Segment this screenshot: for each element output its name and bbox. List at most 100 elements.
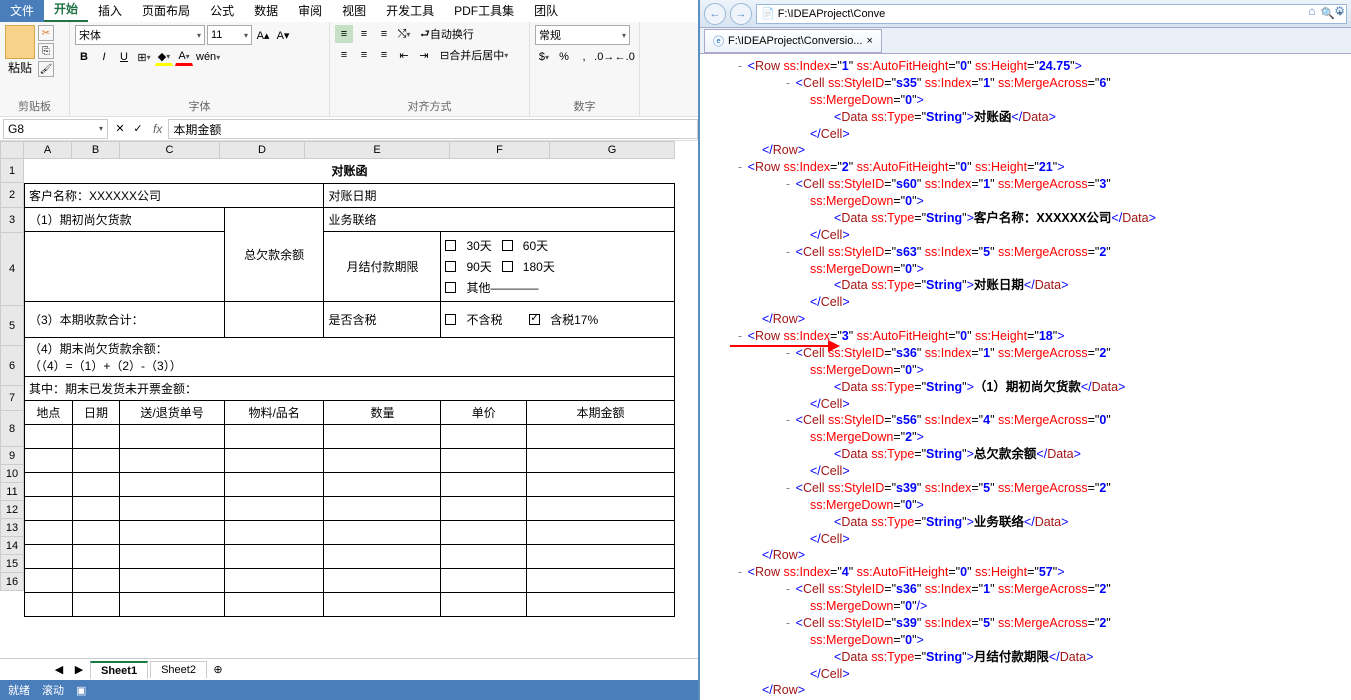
tax-options[interactable]: 不含税 含税17% xyxy=(441,301,675,337)
comma-icon[interactable]: , xyxy=(575,48,593,66)
r4-cell[interactable]: （4）期末尚欠货款余额：（（4）=（1）+（2）-（3）） xyxy=(25,337,675,376)
sheet-nav-next-icon[interactable]: ▶ xyxy=(70,661,88,679)
italic-button[interactable]: I xyxy=(95,48,113,66)
r5-cell[interactable]: 其中：期末已发货未开票金额： xyxy=(25,376,675,400)
hdr-price[interactable]: 单价 xyxy=(441,400,527,424)
underline-button[interactable]: U xyxy=(115,48,133,66)
pay-options[interactable]: 30天60天 90天180天 其他———— xyxy=(441,231,675,301)
hdr-item[interactable]: 物料/品名 xyxy=(224,400,324,424)
browser-tab[interactable]: ⓔ F:\IDEAProject\Conversio... × xyxy=(704,29,882,53)
biz-contact-cell[interactable]: 业务联络 xyxy=(324,207,675,231)
tab-dev[interactable]: 开发工具 xyxy=(376,0,444,22)
hdr-qty[interactable]: 数量 xyxy=(324,400,441,424)
tab-formula[interactable]: 公式 xyxy=(200,0,244,22)
dec-indent-icon[interactable]: ⇤ xyxy=(395,46,413,64)
sheet-nav-prev-icon[interactable]: ◀ xyxy=(50,661,68,679)
formula-input[interactable]: 本期金额 xyxy=(168,119,698,139)
decrease-font-icon[interactable]: A▾ xyxy=(274,26,292,44)
row-14[interactable]: 14 xyxy=(0,537,24,555)
sheet-tab-2[interactable]: Sheet2 xyxy=(150,661,207,678)
row-11[interactable]: 11 xyxy=(0,483,24,501)
col-F[interactable]: F xyxy=(450,141,550,159)
row-7[interactable]: 7 xyxy=(0,386,24,411)
tab-data[interactable]: 数据 xyxy=(244,0,288,22)
row-5[interactable]: 5 xyxy=(0,306,24,346)
r1-cell[interactable]: （1）期初尚欠货款 xyxy=(25,207,225,231)
row-6[interactable]: 6 xyxy=(0,346,24,386)
close-tab-icon[interactable]: × xyxy=(867,35,873,47)
row-15[interactable]: 15 xyxy=(0,555,24,573)
row-12[interactable]: 12 xyxy=(0,501,24,519)
col-D[interactable]: D xyxy=(220,141,305,159)
home-icon[interactable]: ⌂ xyxy=(1308,4,1315,18)
customer-cell[interactable]: 客户名称：XXXXXX公司 xyxy=(25,183,324,207)
tab-view[interactable]: 视图 xyxy=(332,0,376,22)
row-9[interactable]: 9 xyxy=(0,447,24,465)
sheet-tab-1[interactable]: Sheet1 xyxy=(90,661,148,679)
percent-icon[interactable]: % xyxy=(555,48,573,66)
name-box[interactable]: G8▾ xyxy=(3,119,108,139)
orientation-icon[interactable]: ⤭▾ xyxy=(395,25,413,43)
row-3[interactable]: 3 xyxy=(0,208,24,233)
blank-a4[interactable] xyxy=(25,231,225,301)
tab-pdf[interactable]: PDF工具集 xyxy=(444,0,524,22)
tax-label[interactable]: 是否含税 xyxy=(324,301,441,337)
tab-review[interactable]: 审阅 xyxy=(288,0,332,22)
fx-cancel-icon[interactable]: ✕ xyxy=(111,120,129,138)
add-sheet-icon[interactable]: ⊕ xyxy=(209,661,227,679)
address-bar[interactable]: 📄 F:\IDEAProject\Conve 🔍 ▾ xyxy=(756,4,1347,24)
align-top-icon[interactable]: ≡ xyxy=(335,25,353,43)
align-center-icon[interactable]: ≡ xyxy=(355,46,373,64)
fx-ok-icon[interactable]: ✓ xyxy=(129,120,147,138)
recon-date-cell[interactable]: 对账日期 xyxy=(324,183,675,207)
paste-button[interactable]: 粘贴 xyxy=(5,25,35,76)
r3-cell[interactable]: （3）本期收款合计： xyxy=(25,301,225,337)
tab-home[interactable]: 开始 xyxy=(44,0,88,22)
align-bot-icon[interactable]: ≡ xyxy=(375,25,393,43)
hdr-slip[interactable]: 送/退货单号 xyxy=(120,400,224,424)
increase-font-icon[interactable]: A▴ xyxy=(254,26,272,44)
col-C[interactable]: C xyxy=(120,141,220,159)
back-button[interactable]: ← xyxy=(704,3,726,25)
phonetic-button[interactable]: wén▾ xyxy=(195,48,221,66)
align-left-icon[interactable]: ≡ xyxy=(335,46,353,64)
hdr-loc[interactable]: 地点 xyxy=(25,400,73,424)
row-2[interactable]: 2 xyxy=(0,183,24,208)
row-10[interactable]: 10 xyxy=(0,465,24,483)
tab-file[interactable]: 文件 xyxy=(0,0,44,22)
hdr-date[interactable]: 日期 xyxy=(72,400,120,424)
col-B[interactable]: B xyxy=(72,141,120,159)
wrap-text-button[interactable]: ⮐ 自动换行 xyxy=(415,25,479,43)
font-color-button[interactable]: A▾ xyxy=(175,48,193,66)
inc-decimal-icon[interactable]: .0→ xyxy=(595,48,614,66)
font-name-combo[interactable]: 宋体▾ xyxy=(75,25,205,45)
macro-rec-icon[interactable]: ▣ xyxy=(76,684,86,697)
align-right-icon[interactable]: ≡ xyxy=(375,46,393,64)
border-button[interactable]: ⊞▾ xyxy=(135,48,153,66)
inc-indent-icon[interactable]: ⇥ xyxy=(415,46,433,64)
star-icon[interactable]: ☆ xyxy=(1319,4,1330,18)
forward-button[interactable]: → xyxy=(730,3,752,25)
pay-term-cell[interactable]: 月结付款期限 xyxy=(324,231,441,301)
fx-icon[interactable]: fx xyxy=(147,122,168,136)
fill-color-button[interactable]: ◆▾ xyxy=(155,48,173,66)
format-painter-icon[interactable]: 🖌 xyxy=(38,61,54,77)
number-format-combo[interactable]: 常规▾ xyxy=(535,25,630,45)
xml-content[interactable]: - <Row ss:Index="1" ss:AutoFitHeight="0"… xyxy=(700,54,1351,700)
tab-team[interactable]: 团队 xyxy=(524,0,568,22)
gear-icon[interactable]: ⚙ xyxy=(1334,4,1345,18)
align-mid-icon[interactable]: ≡ xyxy=(355,25,373,43)
row-13[interactable]: 13 xyxy=(0,519,24,537)
select-all-corner[interactable] xyxy=(0,141,24,159)
sheet-area[interactable]: 对账函 客户名称：XXXXXX公司 对账日期 （1）期初尚欠货款 总欠款余额 业… xyxy=(24,159,675,617)
font-size-combo[interactable]: 11▾ xyxy=(207,25,252,45)
col-A[interactable]: A xyxy=(24,141,72,159)
cut-icon[interactable]: ✂ xyxy=(38,25,54,41)
row-8[interactable]: 8 xyxy=(0,411,24,447)
bold-button[interactable]: B xyxy=(75,48,93,66)
balance-cell[interactable]: 总欠款余额 xyxy=(224,207,324,301)
dec-decimal-icon[interactable]: ←.0 xyxy=(616,48,635,66)
col-E[interactable]: E xyxy=(305,141,450,159)
row-16[interactable]: 16 xyxy=(0,573,24,591)
col-G[interactable]: G xyxy=(550,141,675,159)
